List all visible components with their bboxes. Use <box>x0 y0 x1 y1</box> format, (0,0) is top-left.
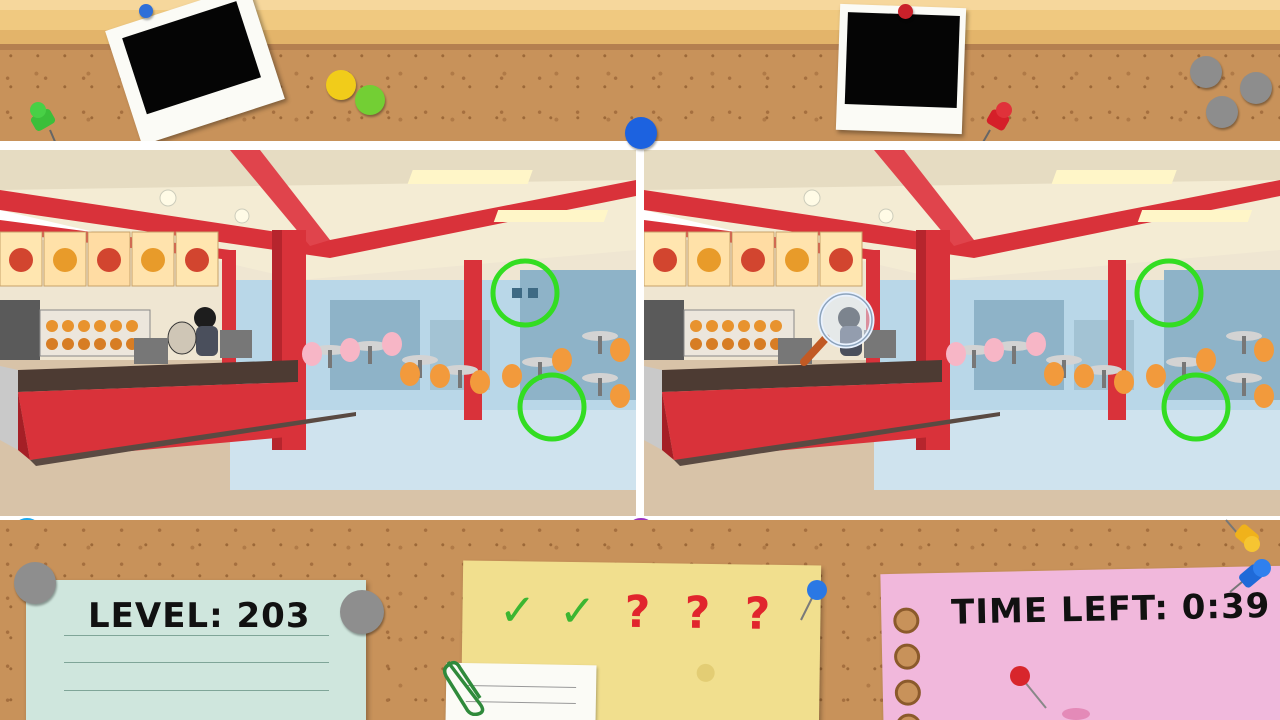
modified-scene[interactable] <box>644 150 1280 516</box>
push-pin-icon <box>340 590 384 634</box>
progress-mark-3: ? <box>624 586 651 639</box>
push-pin-icon <box>1229 559 1271 593</box>
push-pin-icon <box>326 70 356 100</box>
push-pin-icon <box>1190 56 1222 88</box>
push-pin-icon <box>800 580 827 621</box>
push-pin-icon <box>625 117 657 149</box>
push-pin-icon <box>1010 666 1090 720</box>
original-scene[interactable] <box>0 150 636 516</box>
progress-mark-1: ✓ <box>498 585 537 637</box>
progress-mark-4: ? <box>684 587 711 639</box>
push-pin-icon <box>1206 96 1238 128</box>
progress-mark-2: ✓ <box>558 585 597 638</box>
push-pin-icon <box>30 102 57 145</box>
push-pin-icon <box>14 562 56 604</box>
time-left-label: TIME LEFT: 0:39 <box>950 586 1271 633</box>
differences-progress: ✓ ✓ ? ? ? <box>492 581 793 645</box>
push-pin-icon <box>1225 519 1260 552</box>
push-pin-icon <box>1240 72 1272 104</box>
push-pin-icon <box>355 85 385 115</box>
push-pin-icon <box>898 4 913 19</box>
paper-clip-icon <box>442 660 485 716</box>
level-note: LEVEL: 203 <box>26 580 366 720</box>
push-pin-icon <box>139 4 153 18</box>
level-label: LEVEL: 203 <box>88 596 311 636</box>
progress-mark-5: ? <box>744 588 771 640</box>
polaroid-right <box>835 3 967 135</box>
push-pin-icon <box>981 102 1012 145</box>
